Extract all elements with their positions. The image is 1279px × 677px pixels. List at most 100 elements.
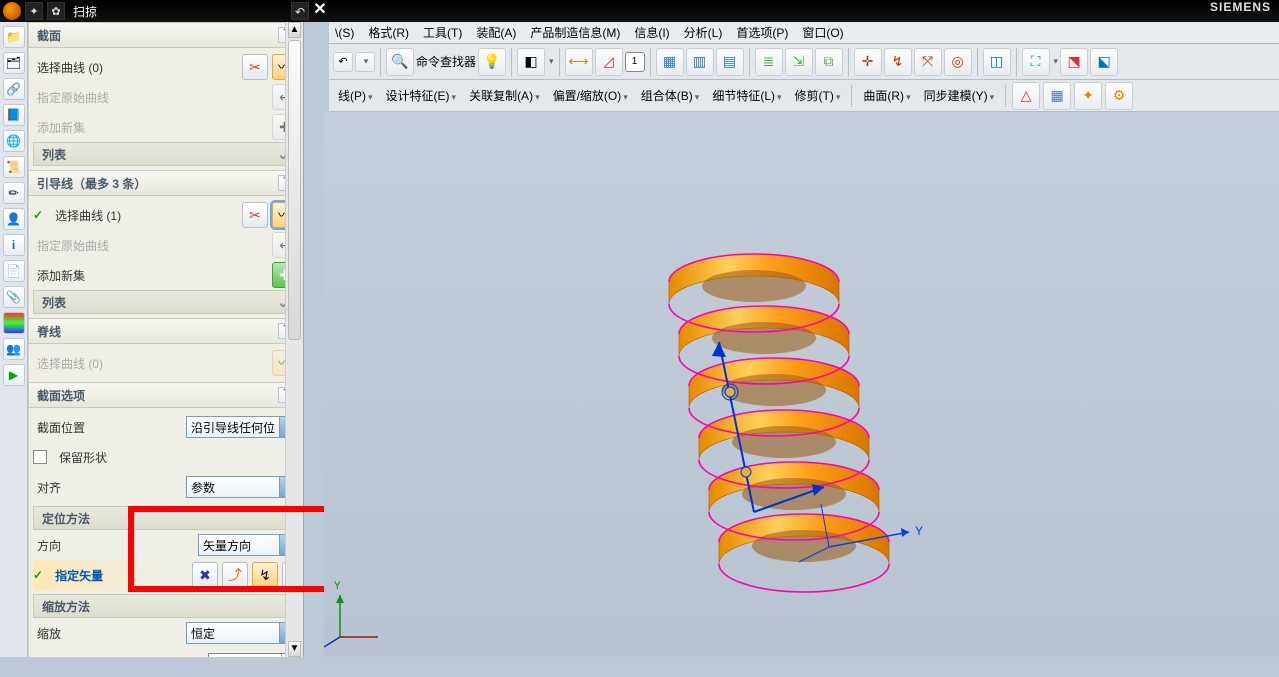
inferred-vector-button[interactable]: ↯ [252, 562, 278, 588]
orientation-triad[interactable]: Y [819, 492, 939, 577]
wcs-b-icon[interactable]: ↯ [884, 48, 912, 76]
box-a-icon[interactable]: ▦ [656, 48, 684, 76]
wcs-c-icon[interactable]: ⤧ [914, 48, 942, 76]
rb-color-icon[interactable] [3, 312, 25, 334]
menu-window[interactable]: 窗口(O) [796, 22, 849, 43]
dd-assoc-copy[interactable]: 关联复制(A)▾ [464, 84, 545, 107]
orient-method-header[interactable]: 定位方法 ˆ [33, 506, 298, 530]
intent-rule-button[interactable]: ✂ [242, 54, 268, 80]
table-icon[interactable]: ▦ [1043, 82, 1071, 110]
wcs-d-icon[interactable]: ◎ [944, 48, 972, 76]
star-folder-icon[interactable]: ✦ [1074, 82, 1102, 110]
sweep-dialog: 截面 ˆ 选择曲线 (0) ✂ 〰 指定原始曲线 ↩ 添加新集 ✚ 列表 ⌄ [28, 22, 304, 657]
undo-icon[interactable]: ↶ [291, 2, 309, 20]
orient-method-label: 定位方法 [42, 510, 90, 527]
rb-role-icon[interactable]: 👤 [3, 208, 25, 230]
orient-icon[interactable]: ⛶ [1022, 48, 1050, 76]
rb-hdweb-icon[interactable]: 🌐 [3, 130, 25, 152]
specify-vector-label[interactable]: 指定矢量 [51, 567, 188, 584]
misc-a-icon[interactable]: ⬔ [1060, 48, 1088, 76]
dd-sync-model[interactable]: 同步建模(Y)▾ [919, 84, 1000, 107]
close-icon[interactable]: ✕ [311, 0, 329, 22]
rb-asm-navigator-icon[interactable]: 🗂 [3, 52, 25, 74]
menu-analysis[interactable]: 分析(L) [678, 22, 729, 43]
dd-offset-scale[interactable]: 偏置/缩放(O)▾ [548, 84, 633, 107]
misc-b-icon[interactable]: ⬕ [1090, 48, 1118, 76]
section-header-guides[interactable]: 引导线（最多 3 条） ˆ [28, 170, 303, 196]
specify-orig-curve-label: 指定原始曲线 [33, 89, 268, 106]
intent-rule-button-2[interactable]: ✂ [242, 202, 268, 228]
layer-move-icon[interactable]: ⇲ [785, 48, 813, 76]
list-header-2[interactable]: 列表 ⌄ [33, 290, 298, 314]
reverse-vector-button[interactable]: ✖ [192, 562, 218, 588]
select-curve-1-label[interactable]: 选择曲线 (1) [51, 207, 238, 224]
dialog-scrollbar[interactable]: ▲ ▼ [285, 22, 303, 657]
direction-select[interactable]: 矢量方向 ▼ [198, 534, 298, 556]
measure-1-icon[interactable]: 1 [625, 52, 645, 72]
section-header-profile[interactable]: 截面 ˆ [28, 22, 303, 48]
dd-detail-feature[interactable]: 细节特征(L)▾ [707, 84, 786, 107]
shape-tri-icon[interactable]: △ [1012, 82, 1040, 110]
specify-orig-curve-2-label: 指定原始曲线 [33, 237, 268, 254]
rb-part-navigator-icon[interactable]: 📁 [3, 26, 25, 48]
measure-dist-icon[interactable]: ⟷ [565, 48, 593, 76]
rb-constraint-icon[interactable]: 🔗 [3, 78, 25, 100]
section-title-guides: 引导线（最多 3 条） [37, 175, 146, 192]
settings-icon[interactable]: ✿ [47, 2, 65, 20]
align-select[interactable]: 参数 ▼ [186, 476, 298, 498]
box-b-icon[interactable]: ▥ [686, 48, 714, 76]
rb-history-icon[interactable]: 📜 [3, 156, 25, 178]
dd-combine[interactable]: 组合体(B)▾ [636, 84, 705, 107]
menu-prefs[interactable]: 首选项(P) [730, 22, 794, 43]
menu-format[interactable]: 格式(R) [362, 22, 415, 43]
dd-trim[interactable]: 修剪(T)▾ [790, 84, 846, 107]
pin-icon[interactable]: ✦ [25, 2, 43, 20]
profile-pos-select[interactable]: 沿引导线任何位 ▼ [186, 416, 298, 438]
scroll-up-button[interactable]: ▲ [288, 22, 301, 38]
menu-s[interactable]: \(S) [329, 24, 360, 42]
box-c-icon[interactable]: ▤ [716, 48, 744, 76]
rb-info-icon[interactable]: i [3, 234, 25, 256]
section-header-options[interactable]: 截面选项 ˆ [28, 382, 303, 408]
keep-shape-checkbox[interactable] [33, 450, 47, 464]
section-header-spine[interactable]: 脊线 ˆ [28, 318, 303, 344]
scale-select[interactable]: 恒定 ▼ [186, 622, 298, 644]
layer-stack-icon[interactable]: ≣ [755, 48, 783, 76]
idea-icon[interactable]: 💡 [478, 48, 506, 76]
menu-assembly[interactable]: 装配(A) [470, 22, 522, 43]
rb-sheet-icon[interactable]: 📄 [3, 260, 25, 282]
align-label: 对齐 [33, 479, 182, 496]
rb-user-icon[interactable]: 👥 [3, 338, 25, 360]
select-curve-0-label[interactable]: 选择曲线 (0) [33, 59, 238, 76]
rb-reuse-icon[interactable]: 📘 [3, 104, 25, 126]
menu-tools[interactable]: 工具(T) [417, 22, 468, 43]
vector-dialog-button[interactable]: ⤴ [222, 562, 248, 588]
list-header[interactable]: 列表 ⌄ [33, 142, 298, 166]
add-new-set-2-label[interactable]: 添加新集 [33, 267, 268, 284]
dd-surface[interactable]: 曲面(R)▾ [858, 84, 915, 107]
layer-sel-icon[interactable]: ⧉ [815, 48, 843, 76]
brand-label: SIEMENS [1210, 0, 1271, 14]
gear-group-icon[interactable]: ⚙ [1105, 82, 1133, 110]
rb-sketch-icon[interactable]: ✏ [3, 182, 25, 204]
menu-info[interactable]: 信息(I) [628, 22, 675, 43]
rb-play-icon[interactable]: ▶ [3, 364, 25, 386]
dd-curve[interactable]: 线(P)▾ [333, 84, 378, 107]
dd-design-feature[interactable]: 设计特征(E)▾ [381, 84, 462, 107]
undo-dropdown[interactable]: ▾ [355, 52, 375, 72]
scroll-thumb[interactable] [288, 40, 301, 340]
measure-angle-icon[interactable]: ◿ [595, 48, 623, 76]
graphics-viewport[interactable]: Y Y [324, 112, 1279, 657]
layer-icon[interactable]: ◧ [517, 48, 545, 76]
axis-y-label-small: Y [334, 581, 341, 593]
datum-icon[interactable]: ◫ [983, 48, 1011, 76]
align-value: 参数 [191, 479, 215, 496]
command-finder-icon[interactable]: 🔍 [386, 48, 414, 76]
scroll-down-button[interactable]: ▼ [288, 641, 301, 657]
list-label: 列表 [42, 146, 66, 163]
rb-clip-icon[interactable]: 📎 [3, 286, 25, 308]
wcs-a-icon[interactable]: ✛ [854, 48, 882, 76]
undo-button[interactable]: ↶ [333, 52, 353, 72]
scale-method-header[interactable]: 缩放方法 ˆ [33, 594, 298, 618]
menu-pmi[interactable]: 产品制造信息(M) [524, 22, 626, 43]
